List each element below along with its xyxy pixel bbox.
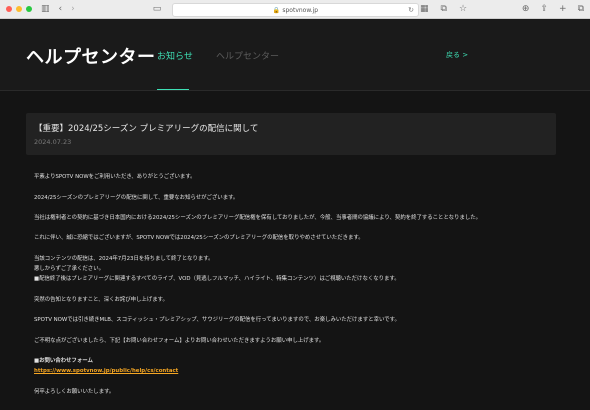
address-bar[interactable]: 🔒 spotvnow.jp ↻ [172, 3, 419, 17]
paragraph-apology: 突然の告知となりますこと、深くお詫び申し上げます。 [34, 297, 168, 303]
bookmark-star-icon[interactable]: ☆ [459, 0, 467, 18]
paragraph-notice: 2024/25シーズンのプレミアリーグの配信に関して、重要なお知らせがございます… [34, 195, 239, 201]
translate-icon[interactable]: ⧉ [441, 0, 447, 18]
paragraph-discontinue: これに伴い、誠に恐縮ではございますが、SPOTV NOWでは2024/25シーズ… [34, 235, 364, 241]
contact-form-heading: ■お問い合わせフォーム [34, 358, 93, 364]
grid-icon[interactable]: ▦ [420, 0, 429, 18]
downloads-icon[interactable]: ⊕ [522, 0, 530, 18]
new-tab-icon[interactable]: + [559, 0, 567, 18]
back-icon[interactable]: ‹ [59, 0, 63, 18]
browser-toolbar: ▥ ‹ › ▭ 🔒 spotvnow.jp ↻ ▦ ⧉ ☆ ⊕ ⇪ + ⧉ [0, 0, 590, 19]
paragraph-contract: 当社は権利者との契約に基づき日本国内における2024/25シーズンのプレミアリー… [34, 215, 482, 221]
lock-icon: 🔒 [272, 6, 281, 14]
sidebar-toggle-icon[interactable]: ▥ [41, 0, 50, 18]
paragraph-vod-note: ■配信終了後はプレミアリーグに関連するすべてのライブ、VOD（見逃しフルマッチ、… [34, 276, 400, 282]
article-title: 【重要】2024/25シーズン プレミアリーグの配信に関して [34, 124, 259, 134]
paragraph-end-date: 当該コンテンツの配信は、2024年7月23日を持ちまして終了となります。 [34, 256, 214, 262]
window-controls [6, 6, 32, 12]
reload-icon[interactable]: ↻ [408, 6, 414, 14]
paragraph-other-leagues: SPOTV NOWでは引き続きMLB、スコティッシュ・プレミアシップ、サウジリー… [34, 317, 400, 323]
tab-news[interactable]: お知らせ [157, 49, 193, 62]
back-link[interactable]: 戻る > [446, 50, 468, 60]
share-icon[interactable]: ⇪ [540, 0, 548, 18]
paragraph-greeting: 平素よりSPOTV NOWをご利用いただき、ありがとうございます。 [34, 174, 196, 180]
maximize-window-button[interactable] [26, 6, 32, 12]
tabs-overview-icon[interactable]: ⧉ [578, 0, 584, 18]
article-date: 2024.07.23 [34, 138, 72, 146]
help-center-logo[interactable]: ヘルプセンター [26, 43, 156, 69]
minimize-window-button[interactable] [16, 6, 22, 12]
close-window-button[interactable] [6, 6, 12, 12]
header-divider [0, 90, 590, 91]
reader-icon[interactable]: ▭ [153, 0, 162, 18]
paragraph-apology-short: 悪しからずご了承ください。 [34, 266, 104, 272]
forward-icon[interactable]: › [71, 0, 75, 18]
contact-form-link[interactable]: https://www.spotvnow.jp/public/help/cs/c… [34, 367, 554, 376]
site-header: ヘルプセンター お知らせ ヘルプセンター 戻る > [0, 19, 590, 90]
address-bar-url: spotvnow.jp [282, 6, 319, 14]
article-header-card: 【重要】2024/25シーズン プレミアリーグの配信に関して 2024.07.2… [26, 113, 556, 155]
paragraph-closing: 何卒よろしくお願いいたします。 [34, 389, 115, 395]
paragraph-contact-instructions: ご不明な点がございましたら、下記【お問い合わせフォーム】よりお問い合わせいただき… [34, 338, 325, 344]
tab-help-center[interactable]: ヘルプセンター [216, 49, 279, 62]
